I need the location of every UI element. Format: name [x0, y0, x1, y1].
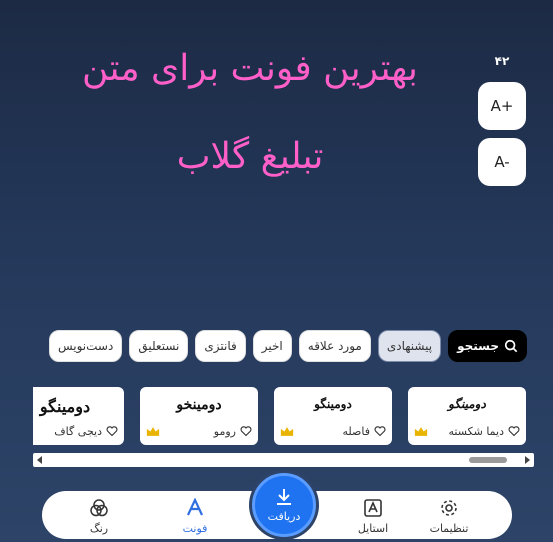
font-list: دومینگو دیما شکسته دومینگو فاصله دومینخو… — [33, 387, 533, 445]
scrollbar-thumb[interactable] — [469, 457, 507, 463]
font-icon — [187, 497, 203, 515]
heart-icon[interactable] — [374, 425, 386, 437]
category-chips: جستجو پیشنهادی مورد علاقه اخیر فانتزی نس… — [33, 329, 527, 363]
nav-color[interactable]: رنگ — [64, 495, 134, 537]
preview-line-2: تبلیغ گلاب — [176, 136, 324, 177]
nav-font-label: فونت — [182, 521, 208, 535]
preview-line-1: بهترین فونت برای متن — [82, 48, 418, 89]
chip-nastaliq[interactable]: نستعلیق — [129, 330, 189, 362]
color-icon — [90, 498, 108, 516]
nav-settings[interactable]: تنظیمات — [414, 495, 484, 537]
chip-suggested[interactable]: پیشنهادی — [377, 330, 442, 362]
scroll-right-icon[interactable] — [522, 455, 532, 465]
heart-icon[interactable] — [106, 425, 118, 437]
font-sample: دومینخو — [176, 397, 222, 413]
search-label: جستجو — [457, 339, 499, 353]
crown-icon — [146, 426, 160, 436]
download-label: دریافت — [267, 510, 301, 523]
increase-size-button[interactable]: A+ — [478, 82, 526, 130]
font-size-value: ۴۲ — [494, 54, 510, 68]
heart-icon[interactable] — [508, 425, 520, 437]
download-button[interactable]: دریافت — [252, 473, 316, 537]
chip-fantasy[interactable]: فانتزی — [195, 330, 246, 362]
chip-recent[interactable]: اخیر — [252, 330, 292, 362]
nav-style[interactable]: استایل — [338, 495, 408, 537]
search-icon — [504, 339, 518, 353]
search-button[interactable]: جستجو — [448, 330, 527, 362]
font-sample: دومینگو — [448, 397, 486, 411]
crown-icon — [414, 426, 428, 436]
font-sample: دومینگو — [314, 397, 352, 411]
font-card[interactable]: دومینگو فاصله — [274, 387, 392, 445]
nav-font[interactable]: فونت — [160, 495, 230, 537]
gear-icon — [441, 499, 457, 516]
font-card[interactable]: دومینگو دیما شکسته — [408, 387, 526, 445]
decrease-size-button[interactable]: A- — [478, 138, 526, 186]
crown-icon — [280, 426, 294, 436]
style-icon — [364, 498, 382, 517]
font-name: رومو — [213, 424, 236, 438]
nav-color-label: رنگ — [89, 521, 109, 535]
heart-icon[interactable] — [240, 425, 252, 437]
nav-settings-label: تنظیمات — [429, 521, 469, 535]
horizontal-scrollbar[interactable] — [33, 453, 534, 467]
font-name: دیجی گاف — [54, 424, 102, 438]
scroll-left-icon[interactable] — [35, 455, 45, 465]
font-preview: بهترین فونت برای متن تبلیغ گلاب — [40, 45, 460, 221]
font-card[interactable]: دومینخو رومو — [140, 387, 258, 445]
download-icon — [277, 489, 291, 505]
chip-favorites[interactable]: مورد علاقه — [298, 330, 371, 362]
chip-handwritten[interactable]: دست‌نویس — [48, 330, 123, 362]
font-sample: دومینگو — [39, 397, 91, 416]
font-card[interactable]: دومینگو دیجی گاف — [33, 387, 124, 445]
font-name: فاصله — [342, 424, 371, 438]
font-name: دیما شکسته — [448, 424, 505, 438]
nav-style-label: استایل — [357, 521, 389, 535]
